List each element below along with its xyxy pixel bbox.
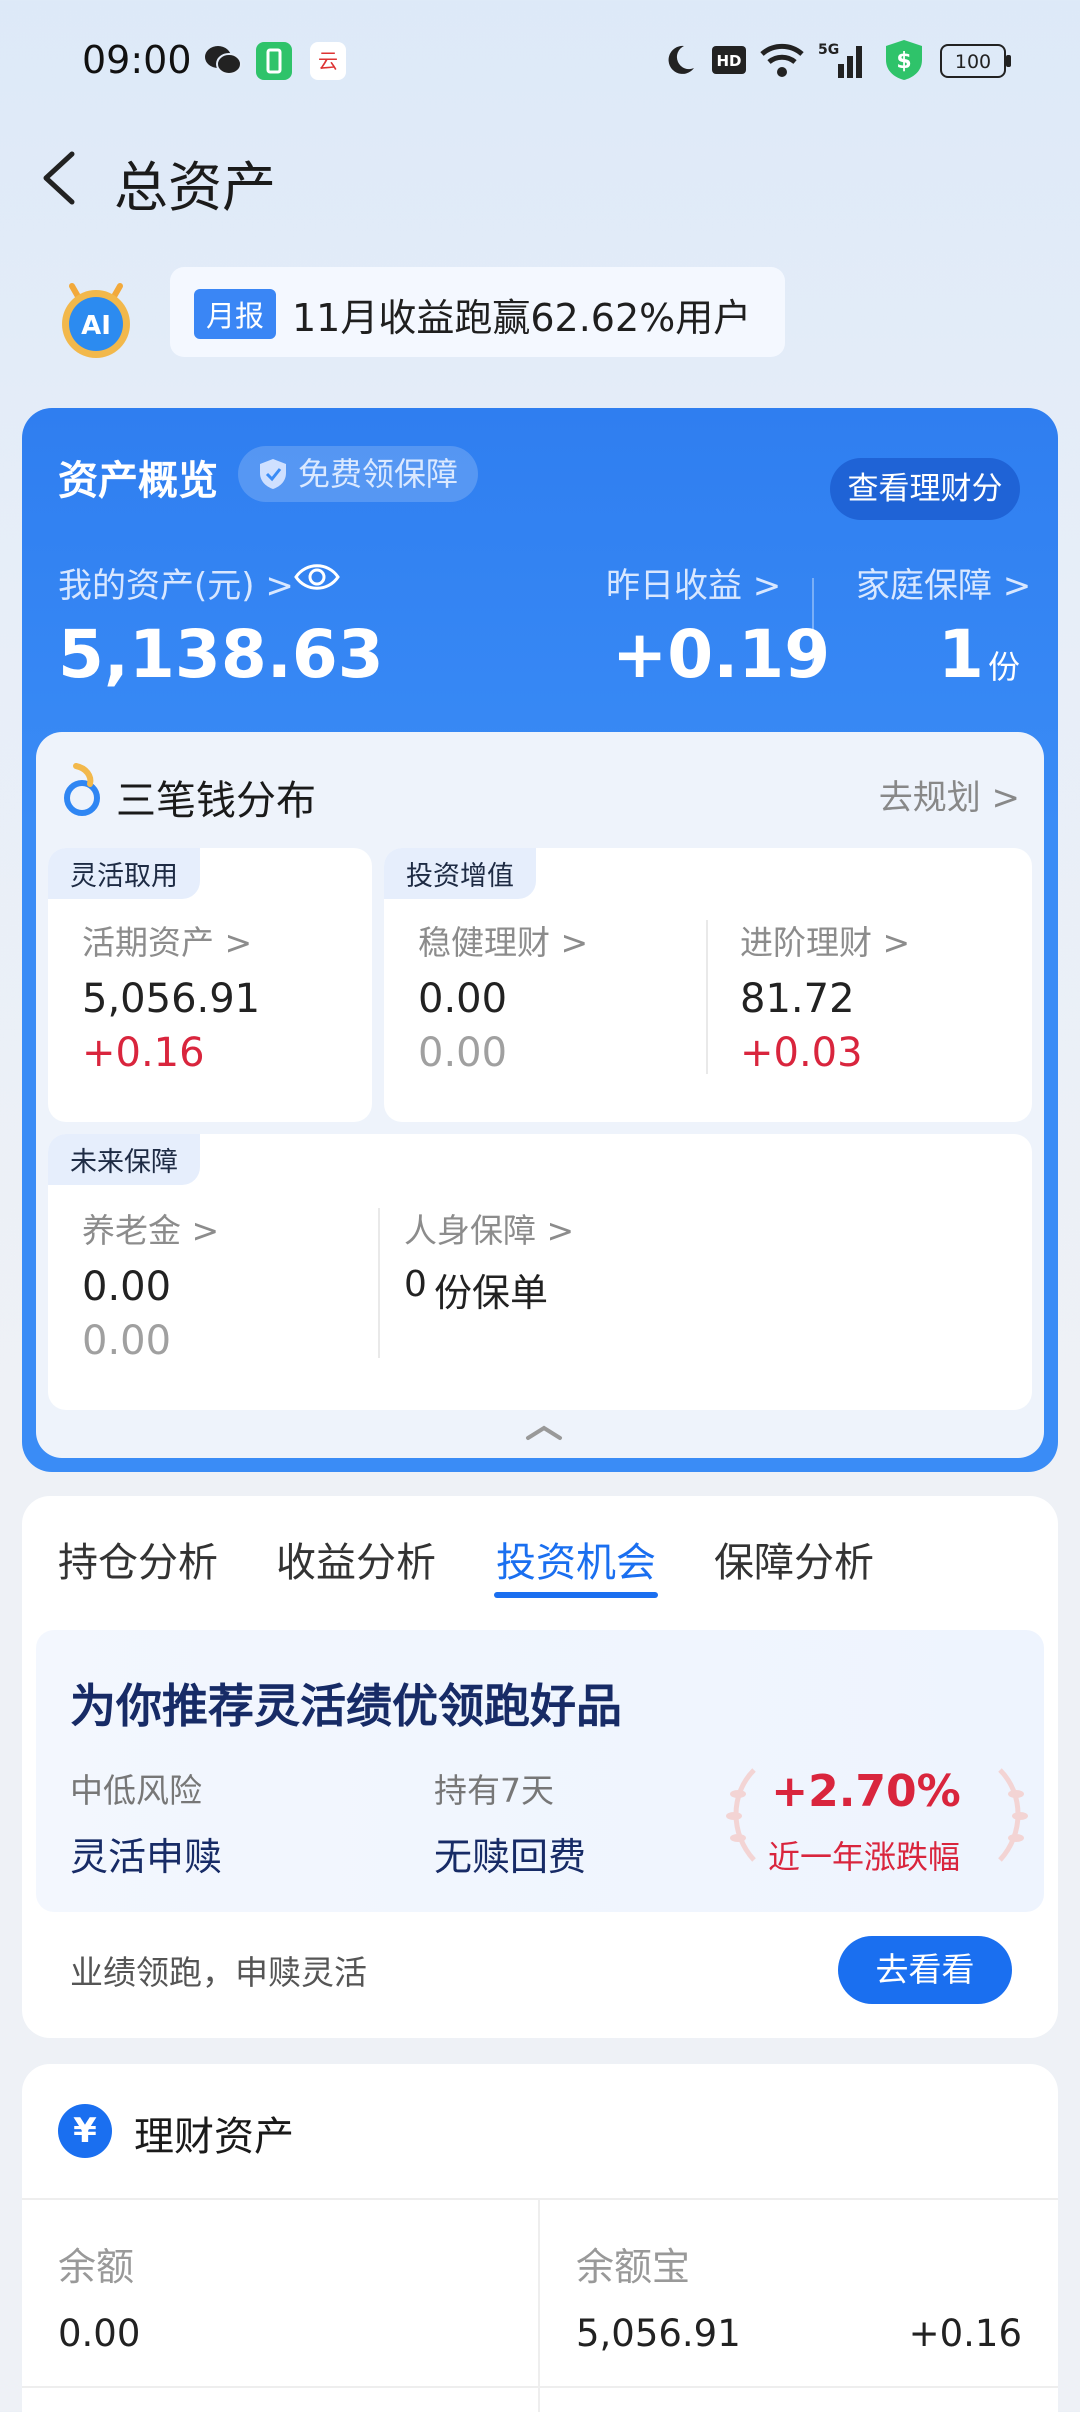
svg-text:AI: AI — [81, 311, 111, 341]
policy-count: 0 — [404, 1264, 427, 1305]
steady-finance-value: 0.00 — [418, 976, 508, 1022]
svg-text:HD: HD — [716, 52, 741, 70]
divider — [812, 578, 814, 670]
three-money-logo-icon — [64, 763, 100, 816]
free-insurance-badge[interactable]: 免费领保障 — [238, 446, 479, 502]
balance-value: 0.00 — [58, 2312, 141, 2355]
app-green-icon — [256, 42, 292, 80]
page-title: 总资产 — [114, 156, 276, 219]
laurel-right-icon — [998, 1768, 1028, 1862]
tab-protection[interactable]: 保障分析 — [714, 1530, 874, 1588]
future-protection-card: 未来保障 养老金 > 0.00 0.00 人身保障 > 0 份保单 — [48, 1134, 1032, 1410]
shield-check-icon — [260, 459, 286, 489]
divider — [22, 2386, 1058, 2388]
flexible-tag: 灵活取用 — [48, 848, 200, 899]
go-see-button[interactable]: 去看看 — [838, 1936, 1012, 2004]
policy-unit: 份保单 — [434, 1271, 549, 1315]
divider — [378, 1208, 380, 1358]
yearly-change-value: +2.70% — [771, 1766, 961, 1817]
wifi-icon — [760, 43, 804, 77]
risk-value: 灵活申赎 — [70, 1835, 223, 1879]
battery-icon: 100 — [940, 44, 1011, 78]
signal-icon: 5G — [818, 42, 862, 78]
yesterday-income-label[interactable]: 昨日收益 > — [606, 558, 781, 607]
moon-icon — [668, 45, 694, 74]
report-tag: 月报 — [194, 289, 277, 339]
eye-icon[interactable] — [294, 560, 340, 594]
my-assets-label[interactable]: 我的资产(元) > — [58, 558, 294, 607]
personal-insurance-label: 人身保障 > — [404, 1211, 575, 1250]
yuebao-change: +0.16 — [908, 2312, 1022, 2355]
wechat-icon — [205, 46, 242, 75]
report-text: 11月收益跑赢62.62%用户 — [292, 296, 752, 340]
tab-holdings[interactable]: 持仓分析 — [58, 1530, 218, 1588]
steady-finance-change: 0.00 — [418, 1030, 508, 1076]
hold-value: 无赎回费 — [434, 1835, 587, 1879]
tab-income[interactable]: 收益分析 — [276, 1530, 436, 1588]
invest-card: 投资增值 稳健理财 > 0.00 0.00 进阶理财 > 81.72 +0.03 — [384, 848, 1032, 1122]
family-protection-label[interactable]: 家庭保障 > — [856, 558, 1031, 607]
hd-icon: HD — [712, 46, 746, 74]
advanced-finance-value: 81.72 — [740, 976, 855, 1022]
recommendation-footer: 业绩领跑，申赎灵活 — [70, 1953, 367, 1992]
current-assets-change: +0.16 — [82, 1030, 205, 1076]
battery-level: 100 — [955, 51, 991, 73]
yuebao-label: 余额宝 — [576, 2245, 691, 2289]
three-money-card: 三笔钱分布 去规划 > 灵活取用 活期资产 > 5,056.91 +0.16 投… — [36, 732, 1044, 1458]
yen-icon: ¥ — [58, 2104, 112, 2158]
plan-link[interactable]: 去规划 > — [879, 770, 1020, 819]
svg-text:5G: 5G — [818, 42, 839, 58]
asset-overview-card: 资产概览 免费领保障 查看理财分 我的资产(元) > 5,138.63 昨日收益… — [22, 408, 1058, 1472]
family-protection-value: 1 — [938, 616, 984, 693]
ai-report-banner[interactable]: 月报 11月收益跑赢62.62%用户 — [170, 267, 785, 357]
balance-label: 余额 — [58, 2245, 135, 2289]
view-score-button[interactable]: 查看理财分 — [830, 458, 1020, 520]
recommendation-panel[interactable]: 为你推荐灵活绩优领跑好品 中低风险 灵活申赎 持有7天 无赎回费 +2.70% … — [36, 1630, 1044, 1912]
current-assets-label: 活期资产 > — [82, 923, 253, 962]
future-tag: 未来保障 — [48, 1134, 200, 1185]
free-insurance-label: 免费领保障 — [298, 455, 459, 493]
pension-change: 0.00 — [82, 1318, 172, 1364]
steady-finance-label: 稳健理财 > — [418, 923, 589, 962]
invest-tag: 投资增值 — [384, 848, 536, 899]
risk-label: 中低风险 — [70, 1771, 202, 1810]
flexible-card[interactable]: 灵活取用 活期资产 > 5,056.91 +0.16 — [48, 848, 372, 1122]
status-bar: 09:00 云 HD 5G $ 100 — [0, 0, 1080, 124]
svg-text:云: 云 — [318, 49, 338, 73]
active-tab-indicator — [494, 1592, 658, 1598]
tab-opportunity[interactable]: 投资机会 — [496, 1530, 656, 1588]
advanced-finance-label: 进阶理财 > — [740, 923, 911, 962]
yearly-change-label: 近一年涨跌幅 — [767, 1838, 960, 1876]
hold-label: 持有7天 — [434, 1771, 554, 1810]
divider — [538, 2198, 540, 2412]
pension-value: 0.00 — [82, 1264, 172, 1310]
family-protection-unit: 份 — [988, 648, 1021, 686]
divider — [706, 920, 708, 1074]
yesterday-income-value: +0.19 — [612, 616, 831, 693]
shield-dollar-icon: $ — [886, 40, 922, 80]
yuebao-value: 5,056.91 — [576, 2312, 741, 2355]
wealth-title: 理财资产 — [134, 2114, 294, 2160]
current-assets-value: 5,056.91 — [82, 976, 261, 1022]
status-time: 09:00 — [82, 38, 192, 82]
overview-title: 资产概览 — [58, 458, 218, 504]
pension-label: 养老金 > — [82, 1211, 220, 1250]
my-assets-value: 5,138.63 — [58, 616, 384, 693]
wealth-assets-card: ¥ 理财资产 余额 0.00 余额宝 5,056.91 +0.16 — [22, 2064, 1058, 2412]
divider — [22, 2198, 1058, 2200]
analysis-card: 持仓分析 收益分析 投资机会 保障分析 为你推荐灵活绩优领跑好品 中低风险 灵活… — [22, 1496, 1058, 2038]
advanced-finance-change: +0.03 — [740, 1030, 863, 1076]
chevron-up-icon[interactable] — [524, 1422, 564, 1442]
svg-text:$: $ — [896, 49, 911, 74]
back-arrow-icon[interactable] — [36, 148, 86, 208]
recommendation-title: 为你推荐灵活绩优领跑好品 — [70, 1679, 622, 1733]
three-money-title: 三笔钱分布 — [116, 778, 316, 824]
ai-assistant-icon[interactable]: AI — [54, 276, 138, 360]
app-red-icon: 云 — [310, 42, 346, 80]
